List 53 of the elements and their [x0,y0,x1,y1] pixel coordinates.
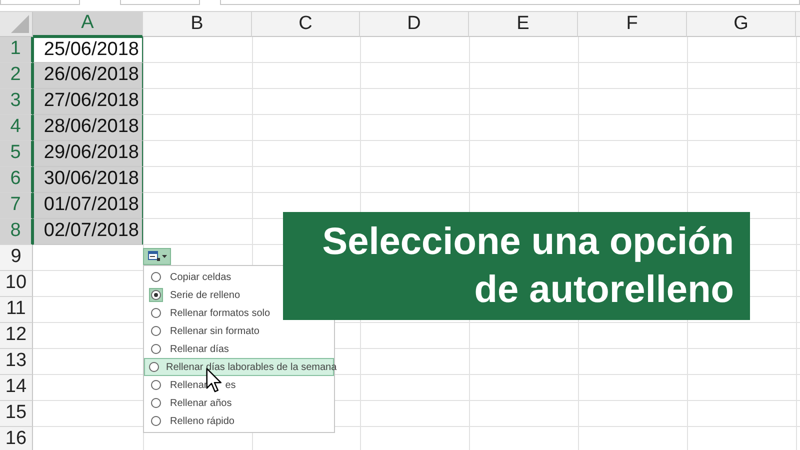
row-header[interactable]: 13 [0,349,33,375]
menu-item[interactable]: Rellenar formatos solo [144,304,274,322]
radio-button[interactable] [149,378,163,392]
row-header[interactable]: 9 [0,245,33,271]
column-header[interactable]: C [252,12,360,37]
row-header[interactable]: 7 [0,193,33,219]
row-header[interactable]: 2 [0,63,33,89]
date-cell[interactable]: 29/06/2018 [33,141,143,167]
radio-button[interactable] [149,270,163,284]
autofill-icon [148,251,160,262]
menu-item[interactable]: Copiar celdas [144,268,234,286]
date-cell[interactable]: 30/06/2018 [33,167,143,193]
column-header[interactable]: A [33,12,143,37]
radio-button[interactable] [149,324,163,338]
date-cell[interactable]: 26/06/2018 [33,63,143,89]
row-header[interactable]: 4 [0,115,33,141]
caret-icon [162,255,166,258]
column-header[interactable]: D [360,12,469,37]
caption-text: de autorelleno [474,268,734,313]
menu-item[interactable]: Serie de relleno [144,286,244,304]
autofill-options-button[interactable] [143,248,171,265]
row-header[interactable]: 14 [0,375,33,401]
row-header[interactable]: 16 [0,427,33,450]
caption-text: Seleccione una opción [322,220,734,265]
row-header[interactable]: 1 [0,37,33,63]
row-header[interactable]: 15 [0,401,33,427]
menu-item[interactable]: Rellenar sin formato [144,322,262,340]
date-cell[interactable]: 01/07/2018 [33,193,143,219]
radio-button[interactable] [149,396,163,410]
column-header[interactable]: E [469,12,578,37]
menu-item[interactable]: Rellenar días [144,340,232,358]
row-header[interactable]: 3 [0,89,33,115]
column-header[interactable]: G [687,12,796,37]
radio-button[interactable] [149,414,163,428]
formula-field[interactable] [120,0,200,5]
row-header[interactable]: 10 [0,271,33,297]
row-header[interactable]: 8 [0,219,33,245]
row-header[interactable]: 6 [0,167,33,193]
radio-button[interactable] [149,288,163,302]
menu-item[interactable]: Relleno rápido [144,412,238,430]
menu-item[interactable]: Rellenar años [144,394,235,412]
date-cell[interactable]: 28/06/2018 [33,115,143,141]
column-header[interactable]: F [578,12,687,37]
row-header[interactable]: 11 [0,297,33,323]
radio-button[interactable] [149,306,163,320]
date-cell[interactable]: 02/07/2018 [33,219,143,245]
date-cell[interactable]: 25/06/2018 [33,37,143,63]
radio-button[interactable] [149,360,159,374]
row-header[interactable]: 12 [0,323,33,349]
radio-button[interactable] [149,342,163,356]
date-cell[interactable]: 27/06/2018 [33,89,143,115]
column-header[interactable]: B [143,12,252,37]
row-header[interactable]: 5 [0,141,33,167]
